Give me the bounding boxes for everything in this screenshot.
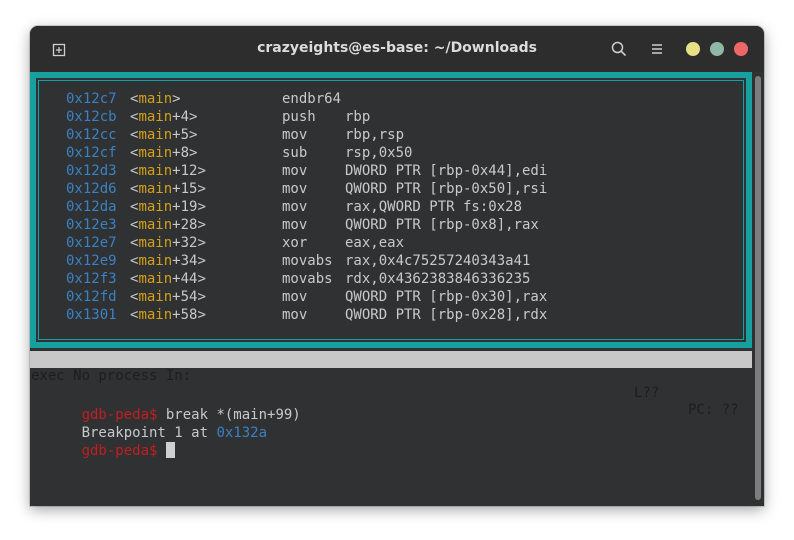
symbol-offset: +32>: [172, 235, 206, 251]
breakpoint-address: 0x132a: [216, 425, 268, 441]
instruction-mnemonic: mov: [282, 181, 308, 197]
symbol-function: main: [138, 235, 173, 251]
terminal-window: crazyeights@es-base: ~/Downloads 0x12c7 <…: [30, 26, 764, 506]
instruction-operands: QWORD PTR [rbp-0x30],rax: [345, 289, 548, 305]
symbol-label: <main+44>: [130, 270, 206, 288]
terminal-content[interactable]: 0x12c7 <main> endbr64 0x12cb <main+4> push rbp…: [30, 72, 764, 506]
symbol-label: <main+8>: [130, 144, 197, 162]
instruction-address: 0x12e9: [66, 253, 117, 269]
text-cursor: [165, 442, 175, 458]
symbol-label: <main+5>: [130, 126, 197, 144]
search-icon[interactable]: [610, 40, 628, 58]
symbol-label: <main+32>: [130, 234, 206, 252]
instruction-operands: QWORD PTR [rbp-0x28],rdx: [345, 307, 548, 323]
status-pc: PC: ??: [688, 402, 739, 418]
symbol-label: <main>: [130, 90, 181, 108]
console-input-line[interactable]: gdb-peda$: [31, 424, 175, 459]
symbol-offset: +34>: [172, 253, 206, 269]
symbol-label: <main+12>: [130, 162, 206, 180]
close-icon[interactable]: [734, 42, 748, 56]
instruction-mnemonic: movabs: [282, 253, 333, 269]
symbol-label: <main+4>: [130, 108, 197, 126]
instruction-operands: rax,0x4c75257240343a41: [345, 253, 531, 269]
console-output-line: Breakpoint 1 at 0x132a: [31, 406, 267, 441]
symbol-function: main: [138, 199, 173, 215]
instruction-address: 0x12e7: [66, 235, 117, 251]
symbol-label: <main+58>: [130, 306, 206, 324]
instruction-address: 0x12c7: [66, 91, 117, 107]
scrollbar-thumb[interactable]: [755, 76, 761, 500]
hamburger-menu-icon[interactable]: [648, 40, 666, 58]
console-prompt: gdb-peda$: [81, 443, 158, 459]
instruction-mnemonic: endbr64: [282, 91, 342, 107]
symbol-offset: +58>: [172, 307, 206, 323]
symbol-function: main: [138, 289, 173, 305]
maximize-icon[interactable]: [710, 42, 724, 56]
instruction-operands: rsp,0x50: [345, 145, 413, 161]
instruction-mnemonic: mov: [282, 127, 308, 143]
symbol-offset: +28>: [172, 217, 206, 233]
symbol-offset: +19>: [172, 199, 206, 215]
instruction-mnemonic: mov: [282, 163, 308, 179]
instruction-address: 0x12da: [66, 199, 117, 215]
status-bar: exec No process In: L?? PC: ??: [30, 351, 752, 418]
symbol-function: main: [138, 307, 173, 323]
symbol-function: main: [138, 109, 173, 125]
instruction-mnemonic: mov: [282, 217, 308, 233]
instruction-operands: rax,QWORD PTR fs:0x28: [345, 199, 523, 215]
instruction-mnemonic: push: [282, 109, 316, 125]
symbol-function: main: [138, 163, 173, 179]
instruction-mnemonic: mov: [282, 289, 308, 305]
symbol-offset: +15>: [172, 181, 206, 197]
console-command-line: gdb-peda$ break *(main+99): [31, 388, 301, 423]
symbol-offset: +12>: [172, 163, 206, 179]
minimize-icon[interactable]: [686, 42, 700, 56]
instruction-address: 0x12cc: [66, 127, 117, 143]
symbol-function: main: [138, 145, 173, 161]
symbol-offset: >: [172, 91, 181, 107]
status-process: exec No process In:: [31, 368, 192, 384]
instruction-operands: DWORD PTR [rbp-0x44],edi: [345, 163, 548, 179]
instruction-operands: eax,eax: [345, 235, 405, 251]
instruction-address: 0x1301: [66, 307, 117, 323]
symbol-offset: +54>: [172, 289, 206, 305]
instruction-mnemonic: xor: [282, 235, 308, 251]
instruction-address: 0x12d3: [66, 163, 117, 179]
instruction-operands: rbp: [345, 109, 371, 125]
instruction-operands: QWORD PTR [rbp-0x50],rsi: [345, 181, 548, 197]
symbol-function: main: [138, 253, 173, 269]
instruction-address: 0x12f3: [66, 271, 117, 287]
instruction-operands: rbp,rsp: [345, 127, 405, 143]
symbol-label: <main+28>: [130, 216, 206, 234]
instruction-address: 0x12d6: [66, 181, 117, 197]
symbol-function: main: [138, 181, 173, 197]
instruction-operands: rdx,0x4362383846336235: [345, 271, 531, 287]
instruction-address: 0x12e3: [66, 217, 117, 233]
symbol-offset: +5>: [172, 127, 198, 143]
symbol-function: main: [138, 271, 173, 287]
instruction-mnemonic: mov: [282, 307, 308, 323]
symbol-offset: +44>: [172, 271, 206, 287]
symbol-function: main: [138, 217, 173, 233]
scrollbar[interactable]: [752, 72, 764, 506]
titlebar: crazyeights@es-base: ~/Downloads: [30, 26, 764, 73]
instruction-operands: QWORD PTR [rbp-0x8],rax: [345, 217, 539, 233]
symbol-label: <main+15>: [130, 180, 206, 198]
status-line-number: L??: [634, 385, 660, 401]
symbol-label: <main+54>: [130, 288, 206, 306]
instruction-address: 0x12cf: [66, 145, 117, 161]
symbol-offset: +4>: [172, 109, 198, 125]
symbol-offset: +8>: [172, 145, 198, 161]
symbol-label: <main+34>: [130, 252, 206, 270]
instruction-mnemonic: movabs: [282, 271, 333, 287]
symbol-label: <main+19>: [130, 198, 206, 216]
instruction-address: 0x12cb: [66, 109, 117, 125]
instruction-mnemonic: sub: [282, 145, 308, 161]
instruction-mnemonic: mov: [282, 199, 308, 215]
instruction-address: 0x12fd: [66, 289, 117, 305]
symbol-function: main: [138, 91, 173, 107]
symbol-function: main: [138, 127, 173, 143]
